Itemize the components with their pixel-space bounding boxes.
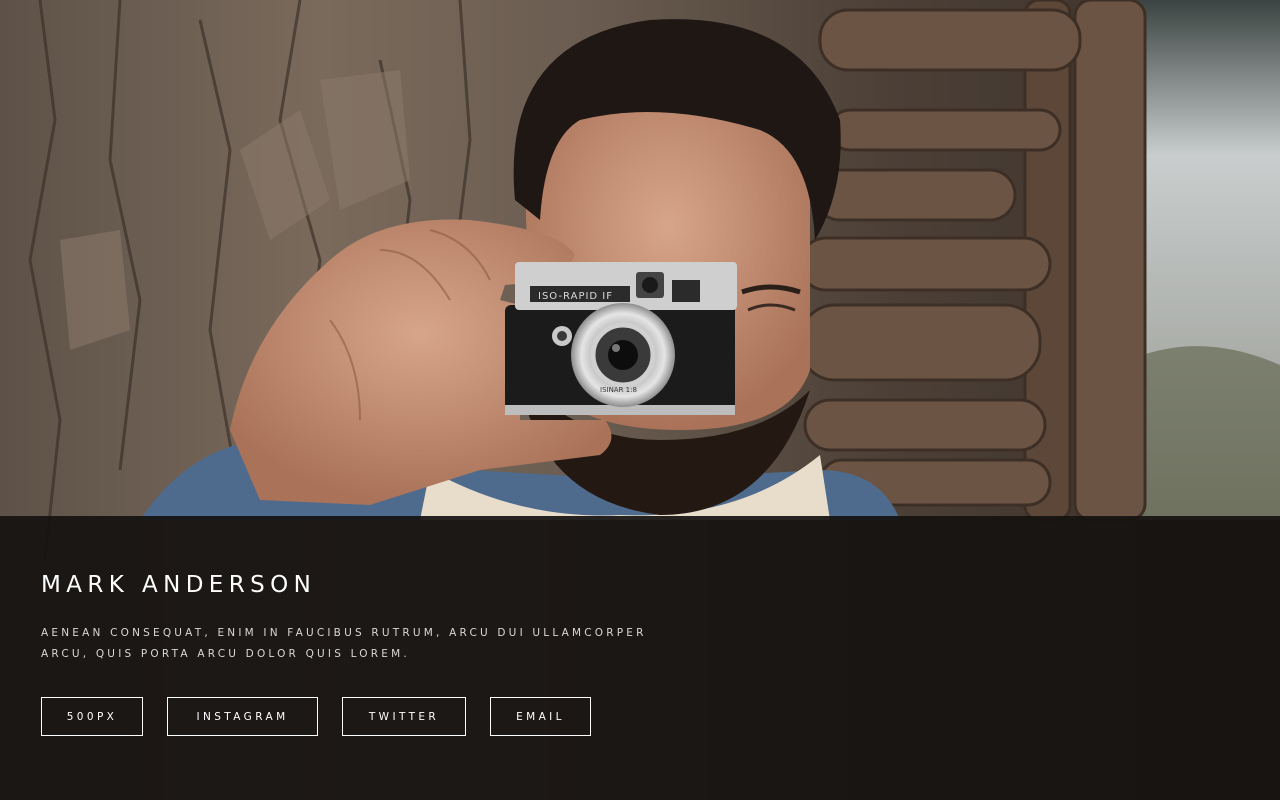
profile-bio: AENEAN CONSEQUAT, ENIM IN FAUCIBUS RUTRU… <box>41 623 801 665</box>
bio-line-1: AENEAN CONSEQUAT, ENIM IN FAUCIBUS RUTRU… <box>41 627 647 639</box>
bio-line-2: ARCU, QUIS PORTA ARCU DOLOR QUIS LOREM. <box>41 648 410 660</box>
profile-page: ISO-RAPID IF ISINAR 1:8 MARK ANDERSON AE… <box>0 0 1280 800</box>
twitter-link-button[interactable]: TWITTER <box>342 697 466 736</box>
svg-text:ISO-RAPID IF: ISO-RAPID IF <box>538 291 613 302</box>
social-links: 500PX INSTAGRAM TWITTER EMAIL <box>41 697 591 736</box>
profile-name: MARK ANDERSON <box>41 572 317 598</box>
instagram-link-button[interactable]: INSTAGRAM <box>167 697 318 736</box>
camera-illustration: ISO-RAPID IF ISINAR 1:8 <box>505 262 737 415</box>
email-link-button[interactable]: EMAIL <box>490 697 591 736</box>
500px-link-button[interactable]: 500PX <box>41 697 143 736</box>
svg-text:ISINAR 1:8: ISINAR 1:8 <box>600 386 637 394</box>
